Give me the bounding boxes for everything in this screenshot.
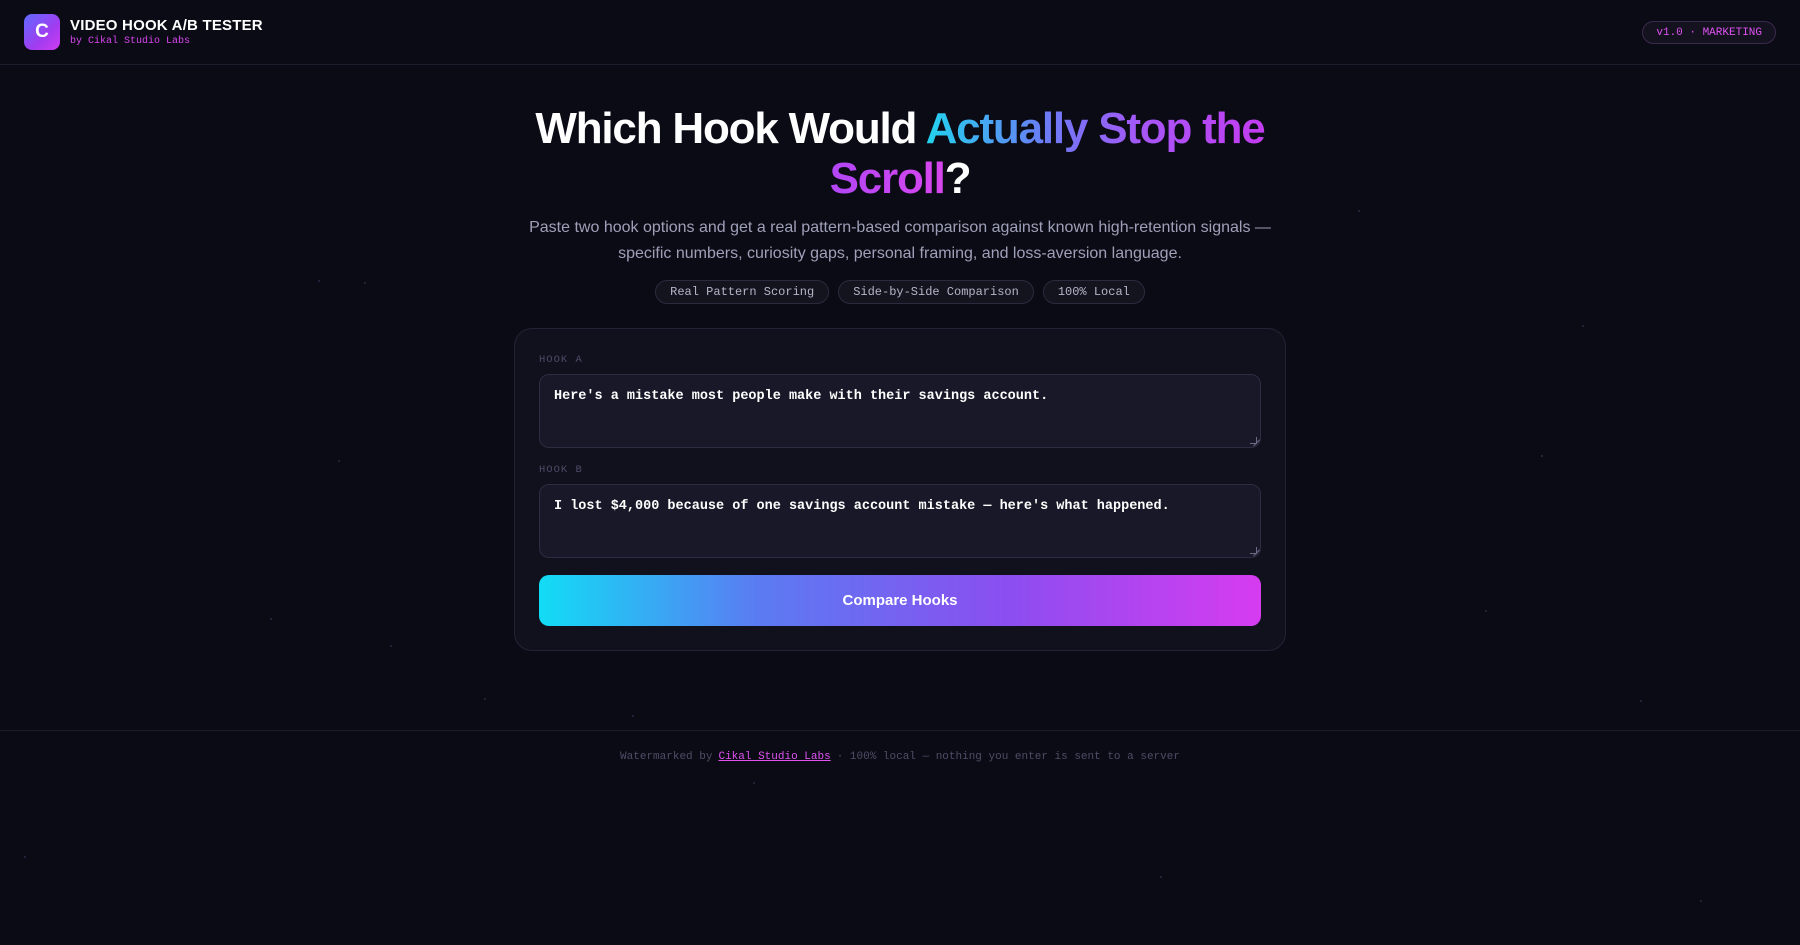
chip-local: 100% Local [1042,280,1145,304]
hook-form-card: HOOK A Here's a mistake most people make… [514,328,1286,651]
app-title: VIDEO HOOK A/B TESTER [70,17,263,34]
footer-prefix: Watermarked by [620,750,713,763]
hero-title-highlight: Actually Stop the [925,104,1266,153]
hook-b-input[interactable]: I lost $4,000 because of one savings acc… [539,484,1261,558]
hero-title-part1: Which Hook Would [535,104,926,153]
hero-title: Which Hook Would Actually Stop the Scrol… [0,104,1800,204]
top-bar: C VIDEO HOOK A/B TESTER by Cikal Studio … [0,0,1800,65]
footer-studio-link[interactable]: Cikal Studio Labs [718,751,830,763]
hook-b-label: HOOK B [539,464,583,476]
compare-hooks-button[interactable]: Compare Hooks [539,575,1261,626]
hero-title-end: ? [944,154,972,203]
chip-pattern-scoring: Real Pattern Scoring [655,280,830,304]
hook-b-text: I lost $4,000 because of one savings acc… [554,499,1170,514]
hook-a-label: HOOK A [539,354,583,366]
app-logo[interactable]: C [24,14,60,50]
hook-a-input[interactable]: Here's a mistake most people make with t… [539,374,1261,448]
resize-handle-icon[interactable] [1250,437,1257,444]
version-badge: v1.0 · MARKETING [1642,21,1776,44]
chip-side-by-side: Side-by-Side Comparison [838,280,1034,304]
hero-title-highlight-2: Scroll [829,154,946,203]
footer-suffix: · 100% local — nothing you enter is sent… [836,750,1180,763]
footer: Watermarked by Cikal Studio Labs · 100% … [0,730,1800,782]
feature-chips: Real Pattern Scoring Side-by-Side Compar… [0,280,1800,304]
hero-description: Paste two hook options and get a real pa… [529,219,1271,262]
app-subtitle: by Cikal Studio Labs [70,36,191,47]
resize-handle-icon[interactable] [1250,547,1257,554]
hook-a-text: Here's a mistake most people make with t… [554,389,1049,404]
